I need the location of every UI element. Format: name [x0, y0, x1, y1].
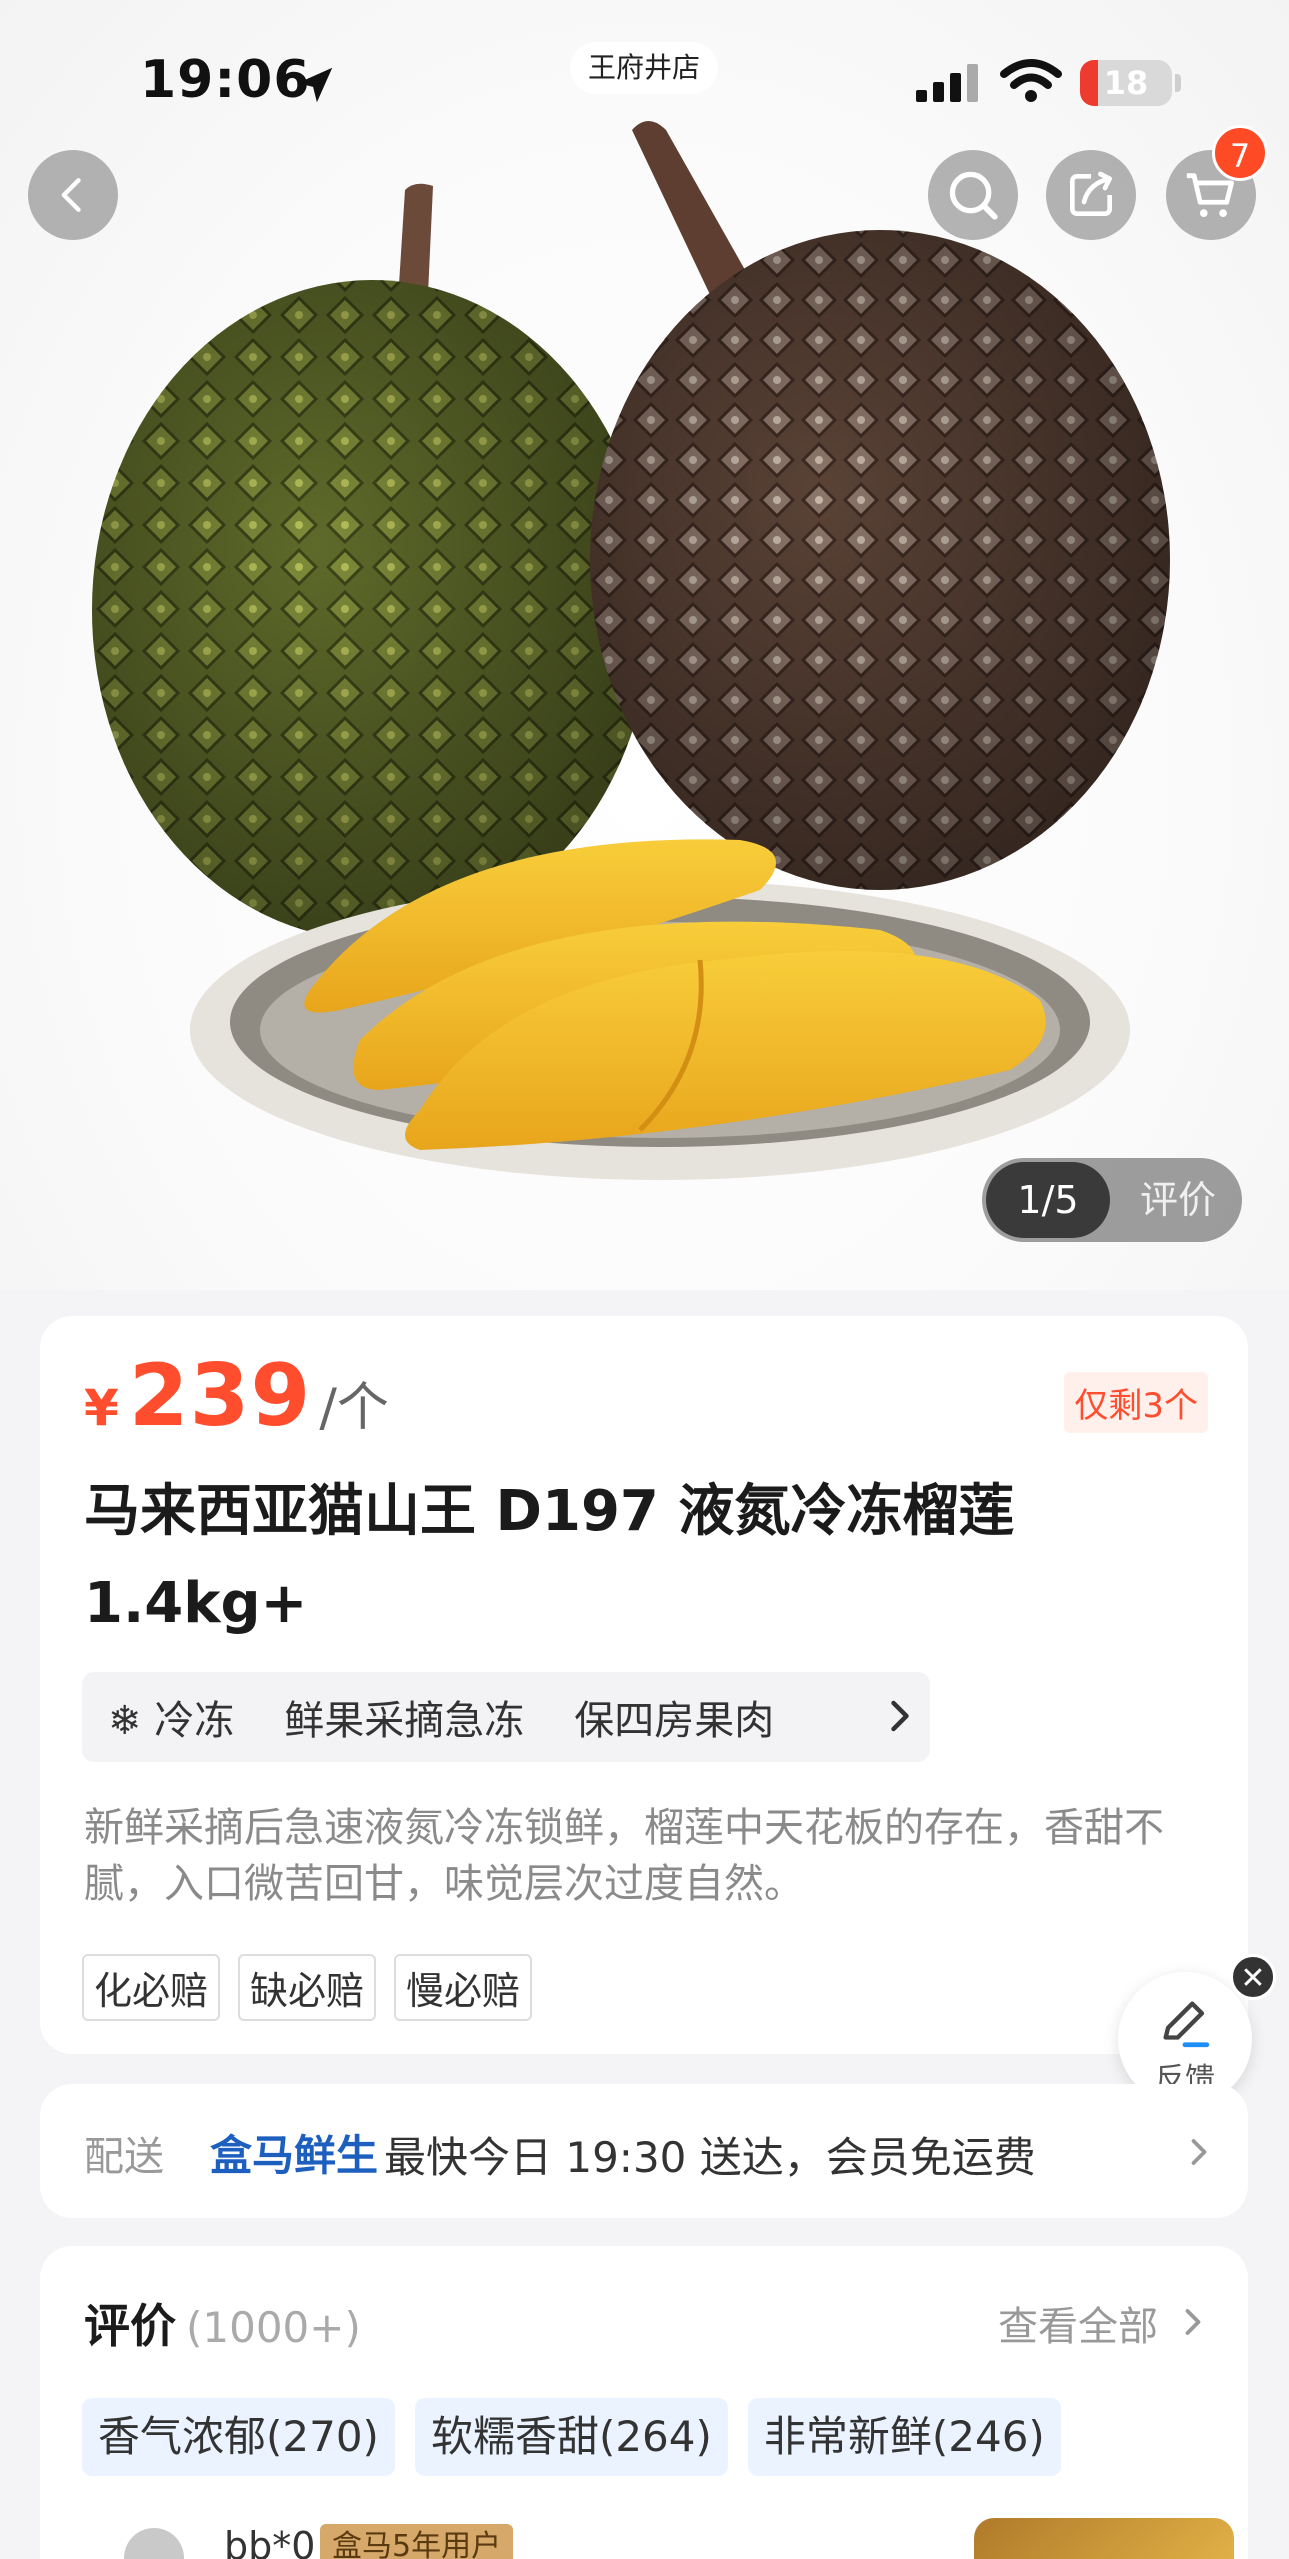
edit-pen-icon [1163, 2001, 1210, 2048]
battery-tip [1175, 74, 1181, 92]
price-currency: ¥ [84, 1379, 119, 1437]
guarantee-item: 化必赔 [82, 1954, 221, 2021]
reviews-card: 评价 (1000+) 查看全部 香气浓郁(270) 软糯香甜(264) 非常新鲜(… [40, 2246, 1248, 2559]
guarantee-item: 缺必赔 [238, 1954, 377, 2021]
review-chip[interactable]: 软糯香甜(264) [414, 2398, 728, 2476]
stock-badge: 仅剩3个 [1064, 1372, 1208, 1433]
review-photo-thumbnail[interactable] [974, 2518, 1234, 2559]
share-icon [1070, 171, 1112, 216]
tag-fresh-frozen: 鲜果采摘急冻 [284, 1698, 525, 1744]
wifi-icon [1000, 59, 1062, 102]
gallery-pager[interactable]: 1/5 评价 [982, 1158, 1242, 1242]
guarantee-list: 化必赔 缺必赔 慢必赔 [82, 1954, 550, 2021]
delivery-label: 配送 [84, 2134, 164, 2180]
close-icon[interactable]: ✕ [1230, 1954, 1276, 2000]
product-title: 马来西亚猫山王 D197 液氮冷冻榴莲 1.4kg+ [84, 1479, 1015, 1636]
member-badge: 盒马5年用户 [320, 2524, 514, 2559]
back-button[interactable] [28, 150, 118, 240]
search-icon [949, 171, 998, 220]
price-block: ¥ 239 /个 [84, 1346, 389, 1446]
cellular-signal-icon [916, 64, 978, 102]
gallery-review-tab[interactable]: 评价 [1118, 1158, 1238, 1242]
status-bar: 19:06 王府井店 18 [0, 42, 1289, 130]
snowflake-icon: ❄ [108, 1698, 142, 1744]
reviewer-name: bb*0 [224, 2524, 316, 2559]
product-description: 新鲜采摘后急速液氮冷冻锁鲜，榴莲中天花板的存在，香甜不腻，入口微苦回甘，味觉层次… [84, 1805, 1164, 1907]
store-name[interactable]: 王府井店 [570, 42, 719, 94]
chevron-right-icon[interactable] [884, 1690, 916, 1742]
cart-count-badge: 7 [1212, 125, 1268, 181]
product-info-card: ¥ 239 /个 仅剩3个 马来西亚猫山王 D197 液氮冷冻榴莲 1.4kg+… [40, 1316, 1248, 2054]
chevron-right-icon[interactable] [1178, 2300, 1208, 2344]
price-unit: /个 [319, 1378, 389, 1438]
tag-frozen: ❄ 冷冻 [108, 1698, 235, 1744]
battery-icon: 18 [1080, 60, 1172, 106]
product-detail-page: 19:06 王府井店 18 7 1/5 评价 ¥ 239 /个 仅剩3个 马来西… [0, 0, 1289, 2559]
status-time: 19:06 [140, 50, 311, 110]
review-preview[interactable]: bb*0 盒马5年用户 [84, 2518, 1234, 2559]
reviews-count: (1000+) [186, 2303, 361, 2352]
share-button[interactable] [1046, 150, 1136, 240]
reviews-title: 评价 [84, 2299, 176, 2353]
delivery-brand: 盒马鲜生 [210, 2131, 379, 2180]
delivery-text: 最快今日 19:30 送达，会员免运费 [384, 2133, 1036, 2182]
reviews-header: 评价 (1000+) [84, 2290, 361, 2356]
review-keyword-chips: 香气浓郁(270) 软糯香甜(264) 非常新鲜(246) [82, 2398, 1081, 2476]
product-image-gallery[interactable]: 19:06 王府井店 18 7 1/5 评价 [0, 0, 1289, 1290]
price-amount: 239 [128, 1346, 312, 1446]
chevron-left-icon [61, 178, 81, 212]
guarantee-item: 慢必赔 [394, 1954, 533, 2021]
tag-four-chamber: 保四房果肉 [574, 1698, 775, 1744]
gallery-index[interactable]: 1/5 [986, 1162, 1110, 1238]
delivery-row[interactable]: 配送 盒马鲜生 最快今日 19:30 送达，会员免运费 [40, 2084, 1248, 2218]
product-tags[interactable]: ❄ 冷冻 鲜果采摘急冻 保四房果肉 [82, 1672, 930, 1762]
review-chip[interactable]: 香气浓郁(270) [82, 2398, 395, 2476]
avatar [124, 2528, 184, 2559]
location-arrow-icon [297, 67, 333, 103]
search-button[interactable] [928, 150, 1018, 240]
review-chip[interactable]: 非常新鲜(246) [747, 2398, 1061, 2476]
battery-level: 18 [1103, 64, 1149, 102]
chevron-right-icon [1191, 2139, 1207, 2165]
see-all-reviews-link[interactable]: 查看全部 [998, 2294, 1158, 2352]
